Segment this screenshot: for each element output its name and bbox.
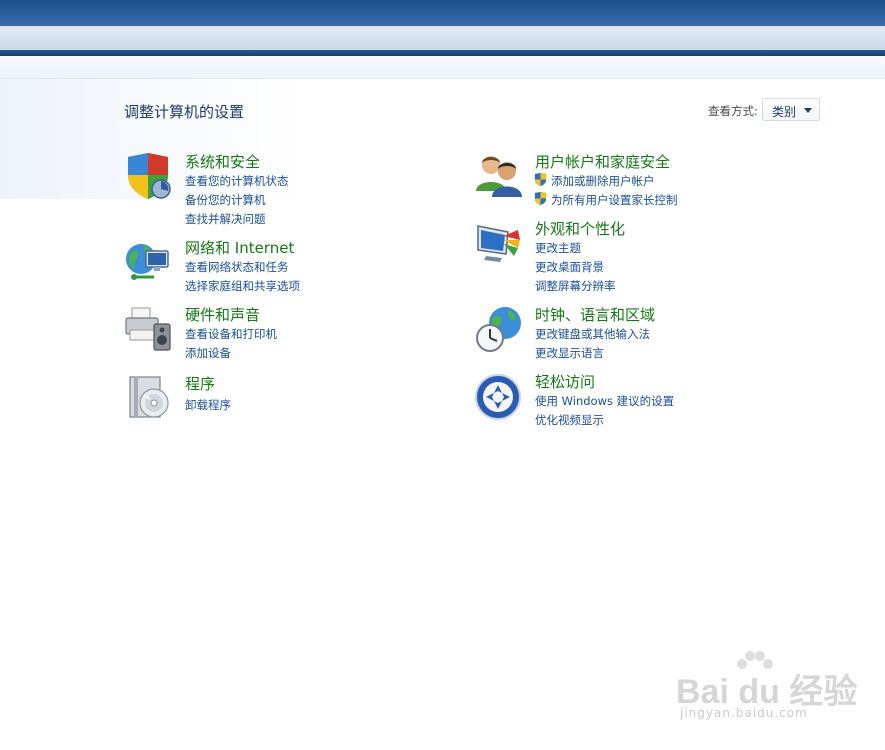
category-link[interactable]: 优化视频显示 bbox=[535, 412, 604, 428]
category-title[interactable]: 系统和安全 bbox=[185, 151, 260, 172]
baidu-jingyan-watermark: Bai du 经验 jingyan.baidu.com bbox=[676, 650, 857, 730]
users-icon[interactable] bbox=[474, 151, 524, 201]
programs-cd-icon[interactable] bbox=[124, 373, 174, 423]
category-clock-language-region: 时钟、语言和区域 更改键盘或其他输入法 更改显示语言 bbox=[474, 304, 804, 364]
category-ease-of-access: 轻松访问 使用 Windows 建议的设置 优化视频显示 bbox=[474, 371, 804, 431]
category-link[interactable]: 选择家庭组和共享选项 bbox=[185, 278, 300, 294]
clock-globe-icon[interactable] bbox=[474, 304, 524, 354]
category-link[interactable]: 为所有用户设置家长控制 bbox=[551, 192, 678, 208]
category-title[interactable]: 外观和个性化 bbox=[535, 218, 625, 239]
category-title[interactable]: 程序 bbox=[185, 373, 215, 394]
category-link[interactable]: 查看网络状态和任务 bbox=[185, 259, 289, 275]
category-system-security: 系统和安全 查看您的计算机状态 备份您的计算机 查找并解决问题 bbox=[124, 151, 444, 231]
category-hardware-sound: 硬件和声音 查看设备和打印机 添加设备 bbox=[124, 304, 444, 364]
category-link[interactable]: 备份您的计算机 bbox=[185, 192, 266, 208]
view-by-label: 查看方式: bbox=[708, 104, 758, 118]
category-link[interactable]: 更改桌面背景 bbox=[535, 259, 604, 275]
category-user-accounts: 用户帐户和家庭安全 添加或删除用户帐户 为所有用户设置家长控制 bbox=[474, 151, 804, 211]
category-title[interactable]: 轻松访问 bbox=[535, 371, 595, 392]
watermark-url: jingyan.baidu.com bbox=[680, 706, 808, 720]
category-link[interactable]: 调整屏幕分辨率 bbox=[535, 278, 616, 294]
category-link[interactable]: 查找并解决问题 bbox=[185, 211, 266, 227]
category-link[interactable]: 添加或删除用户帐户 bbox=[551, 173, 655, 189]
view-by-dropdown[interactable]: 类别 bbox=[762, 98, 820, 121]
category-title[interactable]: 硬件和声音 bbox=[185, 304, 260, 325]
uac-shield-icon bbox=[534, 172, 547, 187]
category-title[interactable]: 网络和 Internet bbox=[185, 237, 294, 258]
command-bar bbox=[0, 56, 885, 79]
category-network-internet: 网络和 Internet 查看网络状态和任务 选择家庭组和共享选项 bbox=[124, 237, 444, 297]
uac-shield-icon bbox=[534, 191, 547, 206]
category-programs: 程序 卸载程序 bbox=[124, 373, 444, 423]
window-title-bar bbox=[0, 0, 885, 26]
chevron-down-icon bbox=[804, 108, 812, 113]
monitor-palette-icon[interactable] bbox=[474, 218, 524, 268]
category-link[interactable]: 更改显示语言 bbox=[535, 345, 604, 361]
address-bar[interactable] bbox=[0, 26, 885, 51]
category-link[interactable]: 添加设备 bbox=[185, 345, 231, 361]
network-globe-icon[interactable] bbox=[124, 237, 174, 287]
category-link[interactable]: 更改键盘或其他输入法 bbox=[535, 326, 650, 342]
ease-of-access-icon[interactable] bbox=[474, 371, 524, 421]
category-appearance: 外观和个性化 更改主题 更改桌面背景 调整屏幕分辨率 bbox=[474, 218, 804, 298]
category-link[interactable]: 使用 Windows 建议的设置 bbox=[535, 393, 674, 409]
shield-icon[interactable] bbox=[124, 151, 174, 201]
category-link[interactable]: 查看设备和打印机 bbox=[185, 326, 277, 342]
category-link[interactable]: 卸载程序 bbox=[185, 397, 231, 413]
category-title[interactable]: 时钟、语言和区域 bbox=[535, 304, 655, 325]
category-link[interactable]: 查看您的计算机状态 bbox=[185, 173, 289, 189]
category-title[interactable]: 用户帐户和家庭安全 bbox=[535, 151, 670, 172]
printer-speaker-icon[interactable] bbox=[124, 304, 174, 354]
category-link[interactable]: 更改主题 bbox=[535, 240, 581, 256]
view-by-value: 类别 bbox=[772, 105, 797, 119]
page-title: 调整计算机的设置 bbox=[124, 103, 245, 121]
